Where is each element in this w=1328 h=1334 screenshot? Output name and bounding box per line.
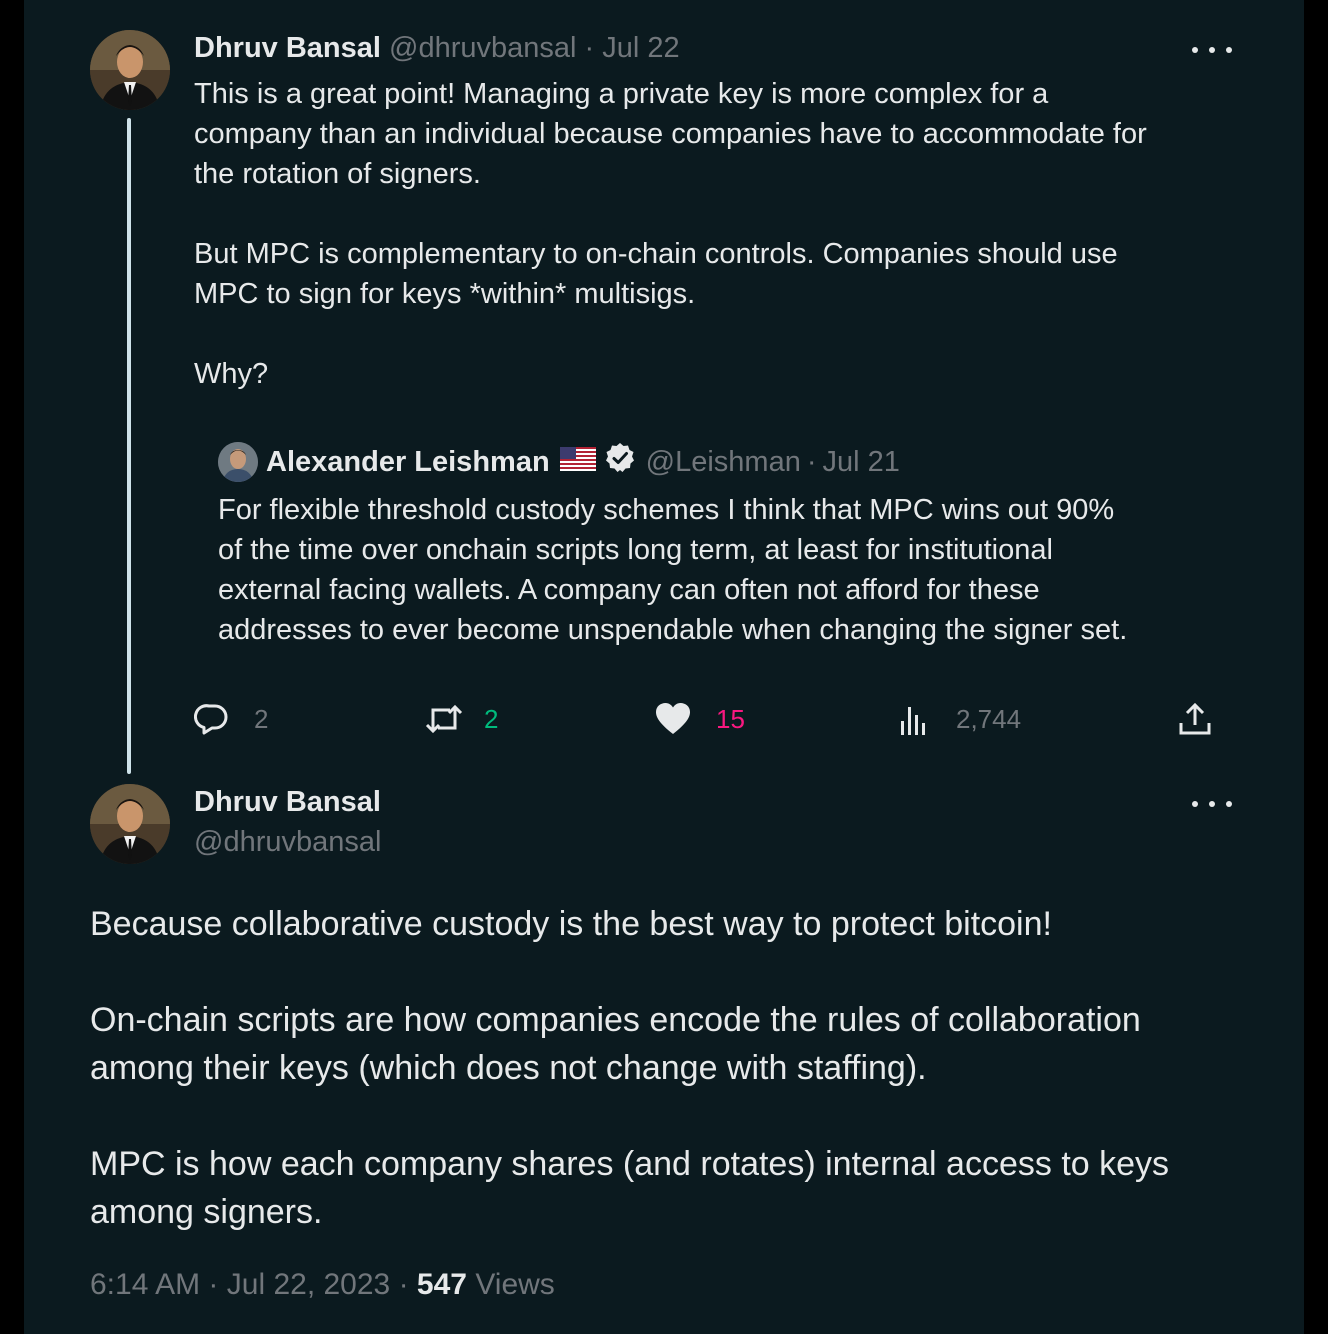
- tweet1-author-name[interactable]: Dhruv Bansal: [194, 32, 381, 64]
- like-count: 15: [716, 703, 745, 734]
- quoted-text-line: For flexible threshold custody schemes I…: [218, 494, 1115, 526]
- tweet2-views-label: Views: [475, 1268, 555, 1301]
- tweet1-text-line: the rotation of signers.: [194, 158, 481, 190]
- tweet2-text-line: Because collaborative custody is the bes…: [90, 905, 1052, 943]
- tweet1-date[interactable]: Jul 22: [602, 32, 679, 64]
- quoted-tweet-header[interactable]: Alexander Leishman @Leishman · Jul 21: [218, 440, 900, 484]
- tweet1-action-bar: 2 2 15 2,744: [194, 696, 1224, 742]
- tweet1-text-line: But MPC is complementary to on-chain con…: [194, 238, 1118, 270]
- more-dot-icon: [1192, 47, 1198, 53]
- tweet2-text-line: among signers.: [90, 1193, 323, 1231]
- us-flag-icon: [559, 446, 596, 479]
- quoted-text-line: of the time over onchain scripts long te…: [218, 534, 1053, 566]
- verified-badge-icon[interactable]: [604, 442, 636, 482]
- more-dot-icon: [1226, 47, 1232, 53]
- more-dot-icon: [1209, 47, 1215, 53]
- thread-panel: [24, 0, 1304, 1334]
- tweet2-handle-row: @dhruvbansal: [194, 826, 381, 859]
- meta-separator: ·: [398, 1268, 409, 1301]
- meta-separator: ·: [208, 1268, 219, 1301]
- heart-icon: [654, 701, 692, 737]
- retweet-count: 2: [484, 703, 499, 734]
- more-dot-icon: [1226, 801, 1232, 807]
- tweet2-time[interactable]: 6:14 AM: [90, 1268, 200, 1301]
- bar-chart-icon: [898, 701, 930, 737]
- tweet2-date[interactable]: Jul 22, 2023: [227, 1268, 390, 1301]
- avatar-leishman[interactable]: [218, 442, 258, 482]
- reply-count: 2: [254, 703, 269, 734]
- more-dot-icon: [1192, 801, 1198, 807]
- tweet1-text-line: MPC to sign for keys *within* multisigs.: [194, 278, 696, 310]
- tweet2-author-name[interactable]: Dhruv Bansal: [194, 786, 381, 818]
- tweet1-text-line: company than an individual because compa…: [194, 118, 1147, 150]
- share-icon: [1178, 701, 1212, 737]
- tweet2-text-line: MPC is how each company shares (and rota…: [90, 1145, 1170, 1183]
- quoted-text-line: addresses to ever become unspendable whe…: [218, 614, 1128, 646]
- tweet1-text-line: This is a great point! Managing a privat…: [194, 78, 1049, 110]
- tweet2-views-count: 547: [416, 1268, 467, 1301]
- tweet2-more-button[interactable]: [1192, 794, 1232, 814]
- more-dot-icon: [1209, 801, 1215, 807]
- quoted-text-line: external facing wallets. A company can o…: [218, 574, 1040, 606]
- tweet1-text-line: Why?: [194, 358, 269, 390]
- tweet1-separator: ·: [584, 32, 595, 64]
- reply-button[interactable]: 2: [194, 696, 268, 742]
- tweet1-more-button[interactable]: [1192, 40, 1232, 60]
- quoted-separator: ·: [806, 445, 817, 478]
- retweet-button[interactable]: 2: [424, 696, 498, 742]
- avatar-dhruv[interactable]: [90, 30, 170, 110]
- quoted-author-name: Alexander Leishman: [266, 445, 550, 478]
- avatar-dhruv[interactable]: [90, 784, 170, 864]
- tweet2-handle[interactable]: @dhruvbansal: [194, 826, 381, 858]
- tweet2-meta: 6:14 AM · Jul 22, 2023 · 547 Views: [90, 1268, 555, 1302]
- tweet2-author-name-row: Dhruv Bansal: [194, 786, 381, 819]
- tweet2-text-line: among their keys (which does not change …: [90, 1049, 927, 1087]
- tweet1-handle[interactable]: @dhruvbansal: [389, 32, 576, 64]
- views-count: 2,744: [956, 703, 1022, 734]
- quoted-handle: @Leishman: [645, 445, 801, 478]
- reply-icon: [194, 701, 230, 737]
- tweet2-text-line: On-chain scripts are how companies encod…: [90, 1001, 1141, 1039]
- views-button[interactable]: 2,744: [898, 696, 1021, 742]
- share-button[interactable]: [1178, 696, 1212, 742]
- tweet1-header: Dhruv Bansal @dhruvbansal · Jul 22: [194, 32, 680, 65]
- retweet-icon: [424, 701, 464, 737]
- quoted-date: Jul 21: [822, 445, 900, 478]
- thread-connector-line: [127, 118, 131, 774]
- like-button[interactable]: 15: [654, 696, 745, 742]
